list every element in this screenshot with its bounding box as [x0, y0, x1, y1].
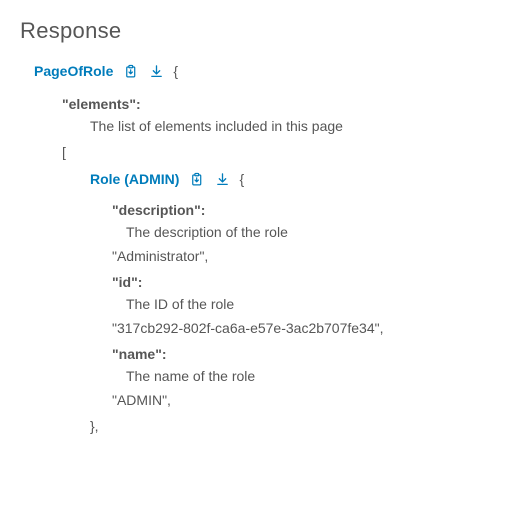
nested-close-brace: }, [20, 418, 496, 434]
open-brace: { [173, 63, 178, 79]
clipboard-icon[interactable] [187, 170, 205, 188]
clipboard-icon[interactable] [121, 62, 139, 80]
nested-schema-type-link[interactable]: Role (ADMIN) [90, 171, 179, 187]
download-icon[interactable] [213, 170, 231, 188]
field-key-name: "name": [20, 346, 496, 362]
field-desc-id: The ID of the role [20, 296, 496, 312]
field-value-name: "ADMIN", [20, 392, 496, 408]
field-value-description: "Administrator", [20, 248, 496, 264]
download-icon[interactable] [147, 62, 165, 80]
field-key-id: "id": [20, 274, 496, 290]
response-heading: Response [20, 18, 496, 44]
field-desc-name: The name of the role [20, 368, 496, 384]
schema-header-row: PageOfRole { [20, 62, 496, 80]
schema-type-link[interactable]: PageOfRole [34, 63, 113, 79]
nested-open-brace: { [239, 171, 244, 187]
field-key-elements: "elements": [20, 96, 496, 112]
field-desc-elements: The list of elements included in this pa… [20, 118, 496, 134]
field-key-description: "description": [20, 202, 496, 218]
array-open-bracket: [ [20, 144, 496, 160]
field-desc-description: The description of the role [20, 224, 496, 240]
field-value-id: "317cb292-802f-ca6a-e57e-3ac2b707fe34", [20, 320, 496, 336]
nested-schema-header-row: Role (ADMIN) { [20, 170, 496, 188]
